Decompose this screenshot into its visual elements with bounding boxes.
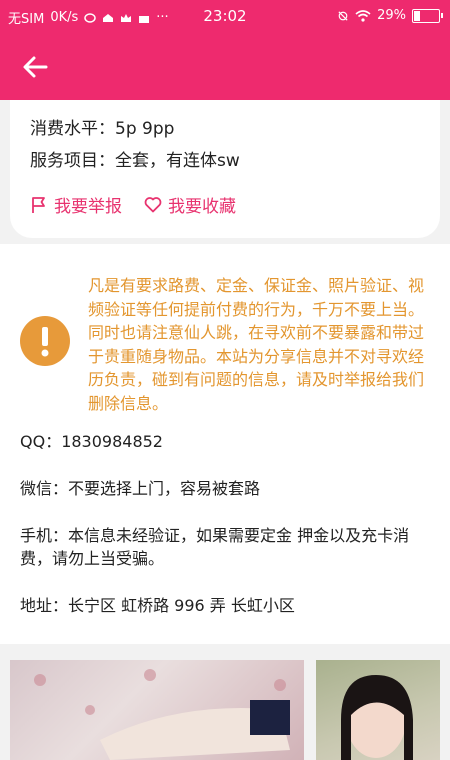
battery-percent: 29%	[377, 8, 406, 23]
status-right: 29%	[337, 8, 443, 23]
photo-thumbnail[interactable]	[316, 660, 440, 760]
service-items: 服务项目：全套，有连体sw	[30, 151, 240, 171]
app-bar	[0, 32, 450, 100]
phone-contact: 手机：本信息未经验证，如果需要定金 押金以及充卡消费，请勿上当受骗。	[20, 526, 410, 568]
address: 地址：长宁区 虹桥路 996 弄 长虹小区	[20, 596, 295, 615]
favorite-button[interactable]: 我要收藏	[144, 192, 236, 217]
alarm-off-icon	[338, 10, 348, 21]
wechat-contact: 微信：不要选择上门，容易被套路	[20, 479, 261, 498]
detail-card: 消费水平：5p 9pp 服务项目：全套，有连体sw 我要举报 我要收藏	[10, 100, 440, 238]
heart-icon	[144, 197, 162, 213]
flag-icon	[32, 196, 45, 213]
back-arrow-icon[interactable]	[18, 50, 52, 84]
status-bar: 无SIM 0K/s ··· 23:02 29%	[0, 0, 450, 32]
photo-gallery	[0, 650, 450, 760]
notice-section: 凡是有要求路费、定金、保证金、照片验证、视频验证等任何提前付费的行为，千万不要上…	[0, 244, 450, 644]
warning-text: 凡是有要求路费、定金、保证金、照片验证、视频验证等任何提前付费的行为，千万不要上…	[88, 276, 425, 413]
consumption-level: 消费水平：5p 9pp	[30, 119, 175, 139]
warning-icon	[20, 316, 70, 366]
photo-thumbnail[interactable]	[10, 660, 304, 760]
qq-contact[interactable]: QQ：1830984852	[20, 430, 440, 453]
action-row: 我要举报 我要收藏	[30, 192, 236, 217]
favorite-label: 我要收藏	[168, 197, 236, 217]
battery-icon	[412, 8, 443, 23]
report-label: 我要举报	[54, 197, 122, 217]
report-button[interactable]: 我要举报	[30, 192, 122, 217]
wifi-icon	[355, 9, 371, 22]
